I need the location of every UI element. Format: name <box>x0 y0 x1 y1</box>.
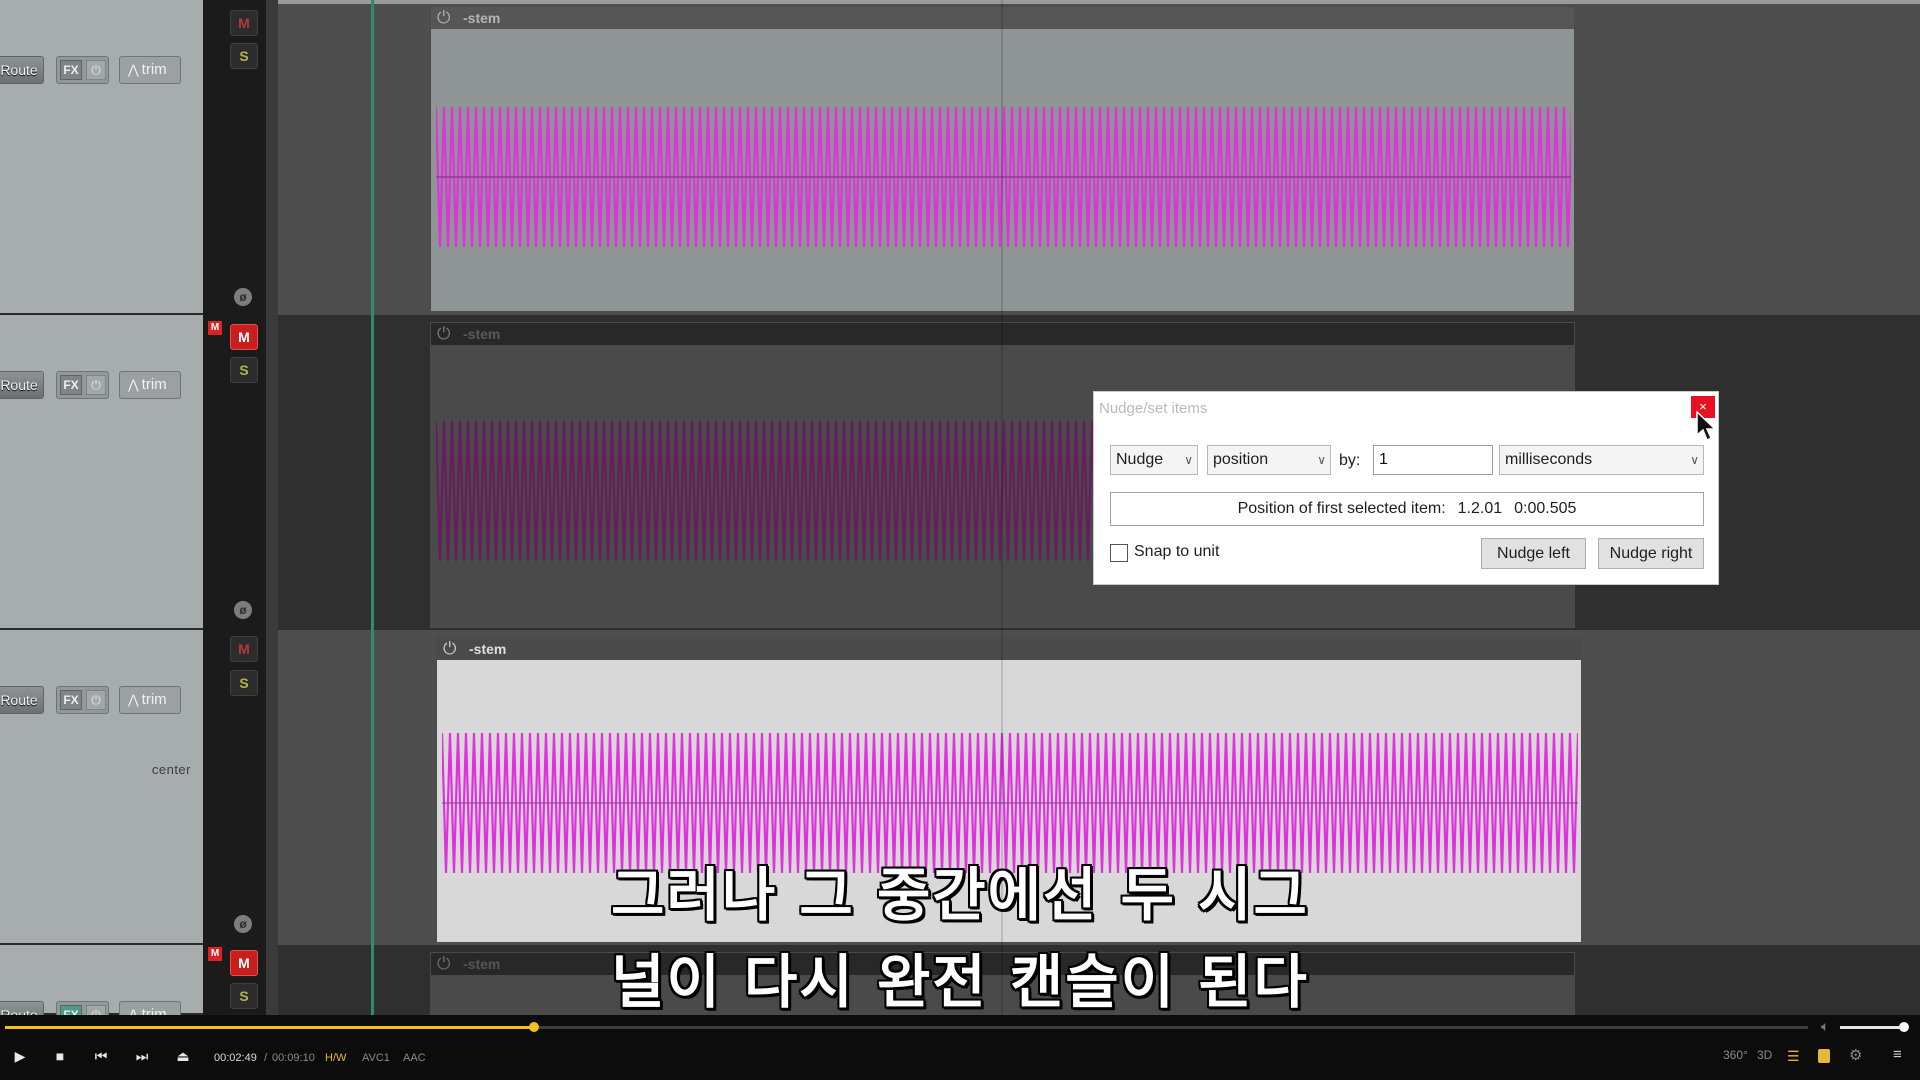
fx-label: FX <box>60 375 82 395</box>
trim-button[interactable]: ⋀trim <box>119 371 181 399</box>
envelope-icon: ⋀ <box>128 377 139 392</box>
volume-icon[interactable]: 🔈︎ <box>1821 1018 1829 1035</box>
current-time: 00:02:49 <box>214 1052 257 1064</box>
nudge-dialog: Nudge/set items × Nudge ∨ position ∨ by: 1… <box>1093 391 1719 585</box>
previous-icon[interactable]: ⏮ <box>91 1048 111 1065</box>
route-button[interactable]: Route <box>0 371 44 399</box>
trim-button[interactable]: ⋀trim <box>119 56 181 84</box>
seek-handle[interactable] <box>528 1022 539 1032</box>
item-timer-icon: ⏻ <box>437 8 451 27</box>
playlist-search-icon[interactable]: ☰ <box>1787 1048 1800 1065</box>
subtitle-line-2: 널이 다시 완전 캔슬이 된다 <box>611 948 1309 1016</box>
trim-button[interactable]: ⋀trim <box>119 686 181 714</box>
eject-icon[interactable]: ⏏ <box>173 1048 193 1065</box>
hw-accel-badge[interactable]: H/W <box>325 1052 346 1064</box>
video-player-bar: 🔈︎ ▶ ■ ⏮ ⏭ ⏏ 00:02:49 / 00:09:10 H/W AVC… <box>0 1015 1920 1080</box>
fx-bypass-icon[interactable]: ⏻ <box>86 690 106 710</box>
fx-button[interactable]: FX⏻ <box>56 56 109 84</box>
fx-bypass-icon[interactable]: ⏻ <box>86 60 106 80</box>
fx-label: FX <box>60 690 82 710</box>
subtitle-icon[interactable] <box>1818 1049 1830 1063</box>
envelope-icon: ⋀ <box>128 692 139 707</box>
position-label: Position of first selected item: <box>1237 500 1446 517</box>
mute-button[interactable]: M <box>230 10 258 36</box>
item-label: -stem <box>463 10 501 26</box>
solo-button[interactable]: S <box>230 43 258 69</box>
position-time: 0:00.505 <box>1514 500 1577 517</box>
unit-dropdown[interactable]: milliseconds ∨ <box>1499 445 1704 475</box>
item-timer-icon: ⏻ <box>443 639 457 658</box>
item-timer-icon: ⏻ <box>437 324 451 343</box>
mute-button[interactable]: M <box>230 324 258 350</box>
phase-invert-icon[interactable]: ø <box>234 601 252 619</box>
mouse-cursor-icon <box>1696 411 1717 442</box>
stop-icon[interactable]: ■ <box>50 1048 70 1064</box>
phase-invert-icon[interactable]: ø <box>234 288 252 306</box>
nudge-left-button[interactable]: Nudge left <box>1481 538 1586 569</box>
settings-gear-icon[interactable]: ⚙ <box>1849 1046 1862 1064</box>
snap-checkbox[interactable] <box>1110 544 1128 562</box>
item-label: -stem <box>469 641 507 657</box>
solo-button[interactable]: S <box>230 670 258 696</box>
position-readout: Position of first selected item: 1.2.01 0:… <box>1110 492 1704 526</box>
envelope-icon: ⋀ <box>128 62 139 77</box>
route-button[interactable]: Route <box>0 56 44 84</box>
target-value: position <box>1213 451 1269 468</box>
unit-value: milliseconds <box>1505 451 1593 468</box>
mute-indicator-icon: M <box>208 321 222 335</box>
trim-label: trim <box>141 691 167 708</box>
audio-codec-badge: AAC <box>403 1052 426 1064</box>
fx-button[interactable]: FX⏻ <box>56 371 109 399</box>
play-icon[interactable]: ▶ <box>10 1048 30 1065</box>
mode-dropdown[interactable]: Nudge ∨ <box>1110 445 1198 475</box>
volume-slider[interactable] <box>1840 1022 1910 1032</box>
3d-button[interactable]: 3D <box>1757 1048 1772 1062</box>
track-panel-1: Route FX ⏻ ⋀ trim <box>0 0 203 315</box>
menu-icon[interactable]: ≡ <box>1893 1046 1902 1063</box>
pan-readout[interactable]: center <box>152 762 191 777</box>
route-button[interactable]: Route <box>0 686 44 714</box>
mute-button[interactable]: M <box>230 636 258 662</box>
vr360-button[interactable]: 360° <box>1723 1048 1748 1062</box>
volume-handle[interactable] <box>1899 1022 1910 1032</box>
snap-label: Snap to unit <box>1134 543 1220 560</box>
solo-button[interactable]: S <box>230 357 258 383</box>
mode-value: Nudge <box>1116 451 1164 468</box>
total-time: 00:09:10 <box>272 1052 315 1064</box>
seek-progress <box>5 1026 534 1029</box>
fx-button[interactable]: FX⏻ <box>56 686 109 714</box>
amount-input[interactable]: 1 <box>1373 445 1493 475</box>
daw-video-frame: ⏻ -stem ⏻ -stem ⏻ -stem ⏻ -stem Route FX… <box>0 0 1920 1080</box>
fx-label: FX <box>60 60 82 80</box>
subtitle-line-1: 그러나 그 중간에선 두 시그 <box>611 861 1309 929</box>
waveform <box>436 107 1571 247</box>
by-label: by: <box>1339 452 1361 469</box>
track-panel-2: Route FX ⏻ ⋀ trim <box>0 315 203 630</box>
chevron-down-icon: ∨ <box>1317 453 1326 467</box>
trim-label: trim <box>141 376 167 393</box>
position-beats: 1.2.01 <box>1457 500 1503 517</box>
seek-bar[interactable] <box>5 1022 1808 1032</box>
chevron-down-icon: ∨ <box>1184 453 1193 467</box>
dialog-title: Nudge/set items <box>1099 400 1208 417</box>
time-separator: / <box>264 1052 268 1064</box>
fx-bypass-icon[interactable]: ⏻ <box>86 375 106 395</box>
video-codec-badge: AVC1 <box>362 1052 390 1064</box>
nudge-right-button[interactable]: Nudge right <box>1598 538 1704 569</box>
timeline-top-edge <box>278 0 1920 4</box>
target-dropdown[interactable]: position ∨ <box>1207 445 1331 475</box>
next-icon[interactable]: ⏭ <box>132 1048 152 1065</box>
chevron-down-icon: ∨ <box>1690 453 1699 467</box>
item-label: -stem <box>463 326 501 342</box>
item-header: ⏻ -stem <box>437 638 1581 660</box>
trim-label: trim <box>141 61 167 78</box>
